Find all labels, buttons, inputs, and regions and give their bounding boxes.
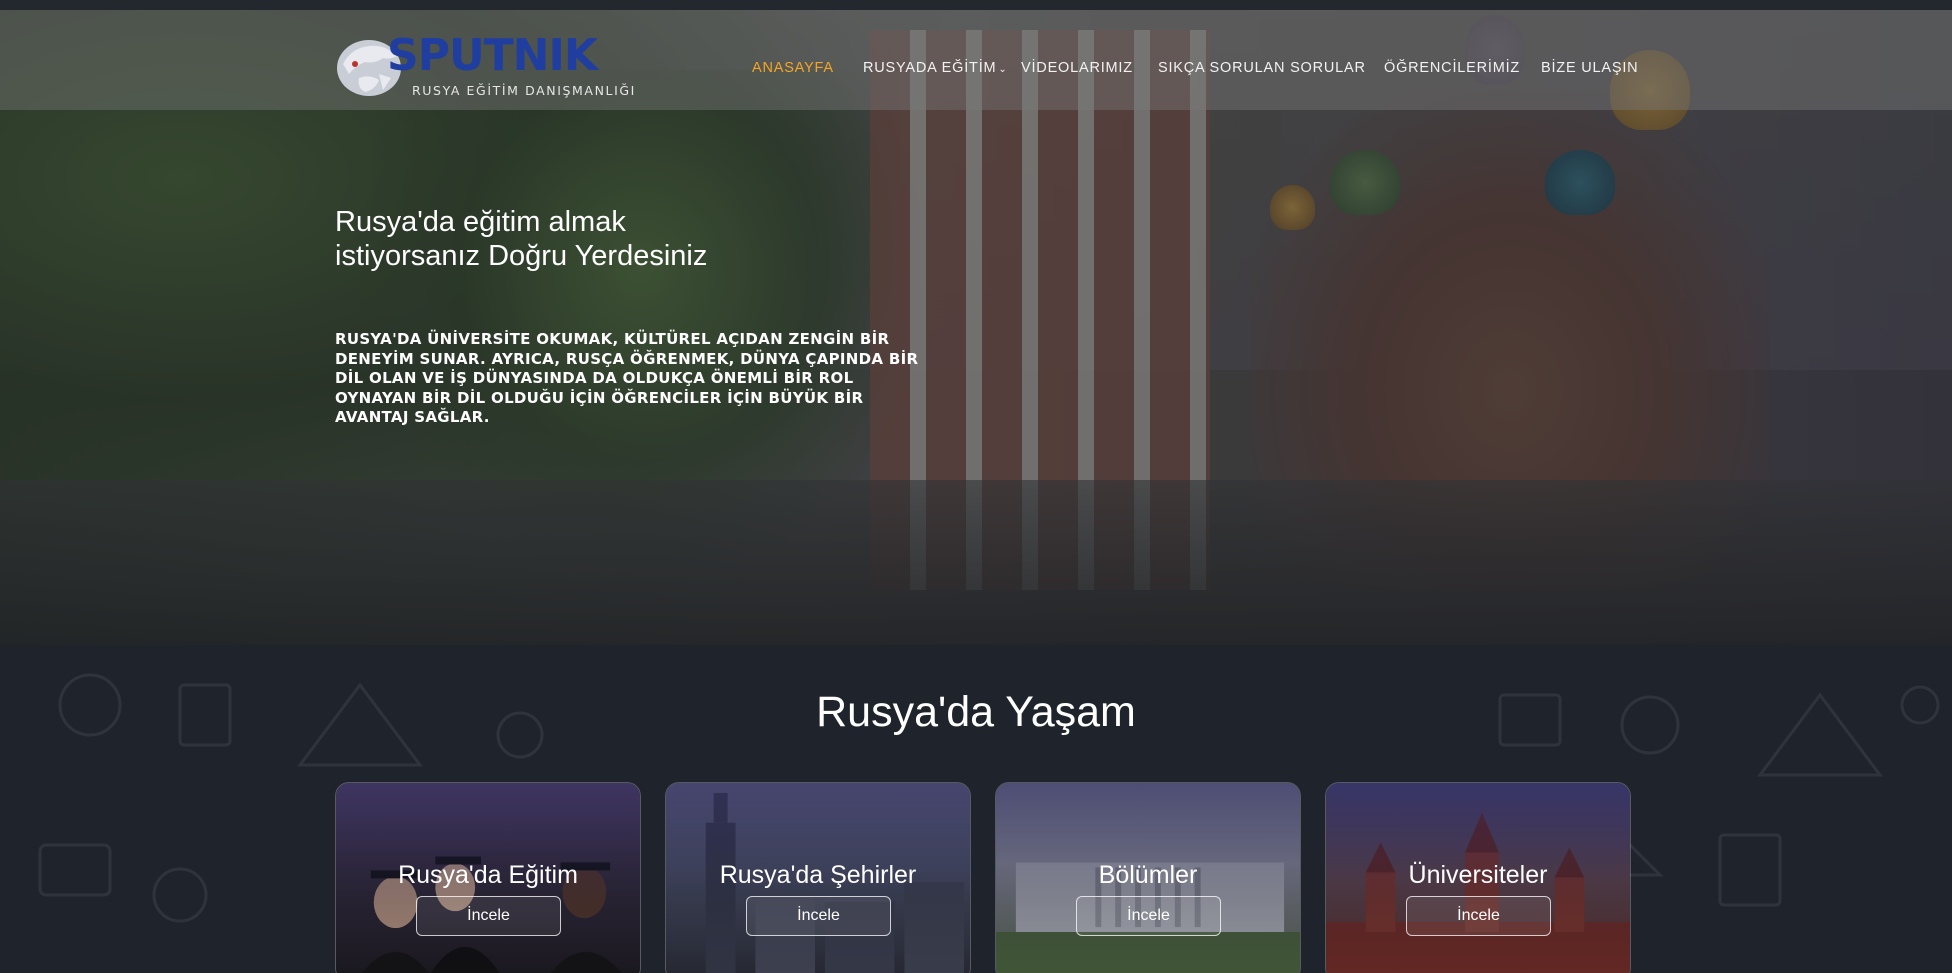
card-title: Rusya'da Eğitim <box>398 861 578 889</box>
hero-subtitle: RUSYA'DA ÜNİVERSİTE OKUMAK, KÜLTÜREL AÇI… <box>335 330 919 426</box>
nav-item-label: RUSYADA EĞİTİM <box>863 60 997 76</box>
nav-item-videolarimiz[interactable]: VİDEOLARIMIZ <box>1021 60 1133 76</box>
card-button-incele[interactable]: İncele <box>746 896 891 936</box>
chevron-down-icon: ⌄ <box>998 64 1008 75</box>
card-rusyada-sehirler[interactable]: Rusya'da Şehirler İncele <box>665 782 971 973</box>
card-bolumler[interactable]: Bölümler İncele <box>995 782 1301 973</box>
nav-item-rusyada-egitim[interactable]: RUSYADA EĞİTİM ⌄ <box>863 60 1008 76</box>
card-title: Bölümler <box>1098 861 1198 889</box>
card-button-incele[interactable]: İncele <box>1406 896 1551 936</box>
top-strip <box>0 0 1952 10</box>
card-universiteler[interactable]: Üniversiteler İncele <box>1325 782 1631 973</box>
card-rusyada-egitim[interactable]: Rusya'da Eğitim İncele <box>335 782 641 973</box>
logo-brand: SPUTNIK <box>387 30 598 81</box>
card-button-incele[interactable]: İncele <box>416 896 561 936</box>
nav-item-ogrencilerimiz[interactable]: ÖĞRENCİLERİMİZ <box>1384 60 1520 76</box>
site-header: SPUTNIK RUSYA EĞİTİM DANIŞMANLIĞI ANASAY… <box>0 10 1952 110</box>
hero-title: Rusya'da eğitim almak istiyorsanız Doğru… <box>335 206 708 272</box>
logo-tagline: RUSYA EĞİTİM DANIŞMANLIĞI <box>412 83 636 98</box>
card-title: Üniversiteler <box>1408 861 1548 889</box>
nav-item-anasayfa[interactable]: ANASAYFA <box>752 60 834 76</box>
section-title: Rusya'da Yaşam <box>816 688 1136 736</box>
nav-item-bize-ulasin[interactable]: BİZE ULAŞIN <box>1541 60 1638 76</box>
nav-item-sss[interactable]: SIKÇA SORULAN SORULAR <box>1158 60 1366 76</box>
life-in-russia-section: Rusya'da Yaşam Rusya'da Eğitim İncele Ru… <box>0 645 1952 973</box>
card-title: Rusya'da Şehirler <box>719 861 917 889</box>
card-button-incele[interactable]: İncele <box>1076 896 1221 936</box>
site-logo[interactable]: SPUTNIK RUSYA EĞİTİM DANIŞMANLIĞI <box>335 28 645 108</box>
